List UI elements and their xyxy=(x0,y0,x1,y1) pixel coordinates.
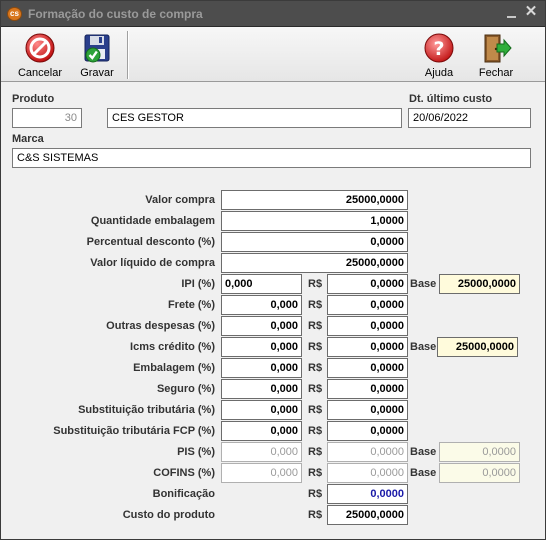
cofins-base-field: 0,0000 xyxy=(439,463,520,483)
perc-desconto-field[interactable]: 0,0000 xyxy=(221,232,408,252)
embalagem-label: Embalagem (%) xyxy=(133,362,215,374)
frete-currency: R$ xyxy=(308,299,323,311)
pis-base-field: 0,0000 xyxy=(439,442,520,462)
exit-door-icon xyxy=(484,34,512,63)
ipi-pct-field[interactable]: 0,000 xyxy=(221,274,302,294)
help-label: Ajuda xyxy=(424,67,454,79)
outras-despesas-pct-field[interactable]: 0,000 xyxy=(221,316,302,336)
pis-value-field: 0,0000 xyxy=(327,442,408,462)
marca-field[interactable]: C&S SISTEMAS xyxy=(12,148,531,168)
close-button[interactable]: Fechar xyxy=(469,30,523,80)
dt-ultimo-custo-field[interactable]: 20/06/2022 xyxy=(408,108,531,128)
st-fcp-currency: R$ xyxy=(308,425,323,437)
custo-produto-field[interactable]: 25000,0000 xyxy=(327,505,408,525)
seguro-currency: R$ xyxy=(308,383,323,395)
valor-compra-field[interactable]: 25000,0000 xyxy=(221,190,408,210)
close-window-icon[interactable]: ✕ xyxy=(523,3,539,21)
icms-credito-label: Icms crédito (%) xyxy=(130,341,215,353)
icms-pct-field[interactable]: 0,000 xyxy=(221,337,302,357)
embalagem-currency: R$ xyxy=(308,362,323,374)
bonificacao-currency: R$ xyxy=(308,488,323,500)
st-currency: R$ xyxy=(308,404,323,416)
produto-code-field[interactable]: 30 xyxy=(12,108,82,128)
cofins-label: COFINS (%) xyxy=(153,467,215,479)
toolbar: Cancelar Gravar ? Ajuda Fechar xyxy=(1,27,545,82)
icms-value-field[interactable]: 0,0000 xyxy=(327,337,408,357)
toolbar-separator xyxy=(127,31,129,79)
cofins-base-label: Base xyxy=(410,467,437,479)
ipi-currency: R$ xyxy=(308,278,323,290)
app-logo-icon: cs xyxy=(7,7,22,21)
icms-base-label: Base xyxy=(410,341,437,353)
ipi-base-field[interactable]: 25000,0000 xyxy=(439,274,520,294)
save-label: Gravar xyxy=(80,67,114,79)
icms-currency: R$ xyxy=(308,341,323,353)
frete-value-field[interactable]: 0,0000 xyxy=(327,295,408,315)
cancel-button[interactable]: Cancelar xyxy=(13,30,67,80)
window-title: Formação do custo de compra xyxy=(28,7,203,21)
save-button[interactable]: Gravar xyxy=(70,30,124,80)
cofins-currency: R$ xyxy=(308,467,323,479)
pis-pct-field: 0,000 xyxy=(221,442,302,462)
bonificacao-field[interactable]: 0,0000 xyxy=(327,484,408,504)
pis-label: PIS (%) xyxy=(177,446,215,458)
ipi-base-label: Base xyxy=(410,278,437,290)
close-label: Fechar xyxy=(478,67,514,79)
qtd-embalagem-field[interactable]: 1,0000 xyxy=(221,211,408,231)
produto-label: Produto xyxy=(12,93,55,105)
ipi-label: IPI (%) xyxy=(181,278,215,290)
valor-liquido-label: Valor líquido de compra xyxy=(90,257,215,269)
frete-pct-field[interactable]: 0,000 xyxy=(221,295,302,315)
frete-label: Frete (%) xyxy=(167,299,215,311)
cancel-icon xyxy=(25,33,55,63)
help-button[interactable]: ? Ajuda xyxy=(412,30,466,80)
seguro-value-field[interactable]: 0,0000 xyxy=(327,379,408,399)
outras-despesas-value-field[interactable]: 0,0000 xyxy=(327,316,408,336)
marca-label: Marca xyxy=(12,133,44,145)
icms-base-field[interactable]: 25000,0000 xyxy=(437,337,518,357)
seguro-label: Seguro (%) xyxy=(156,383,215,395)
st-fcp-value-field[interactable]: 0,0000 xyxy=(327,421,408,441)
qtd-embalagem-label: Quantidade embalagem xyxy=(90,215,215,227)
dt-ultimo-custo-label: Dt. último custo xyxy=(409,93,493,105)
seguro-pct-field[interactable]: 0,000 xyxy=(221,379,302,399)
pis-currency: R$ xyxy=(308,446,323,458)
st-label: Substituição tributária (%) xyxy=(78,404,215,416)
help-icon: ? xyxy=(424,33,454,63)
custo-produto-label: Custo do produto xyxy=(122,509,215,521)
produto-name-field[interactable]: CES GESTOR xyxy=(107,108,402,128)
cost-formation-window: cs Formação do custo de compra ✕ Cancela… xyxy=(0,0,546,540)
pis-base-label: Base xyxy=(410,446,437,458)
cofins-pct-field: 0,000 xyxy=(221,463,302,483)
svg-text:?: ? xyxy=(433,38,444,60)
cancel-label: Cancelar xyxy=(17,67,63,79)
st-pct-field[interactable]: 0,000 xyxy=(221,400,302,420)
perc-desconto-label: Percentual desconto (%) xyxy=(86,236,215,248)
floppy-save-icon xyxy=(84,34,110,63)
st-fcp-label: Substituição tributária FCP (%) xyxy=(53,425,215,437)
custo-produto-currency: R$ xyxy=(308,509,323,521)
embalagem-pct-field[interactable]: 0,000 xyxy=(221,358,302,378)
outras-despesas-currency: R$ xyxy=(308,320,323,332)
embalagem-value-field[interactable]: 0,0000 xyxy=(327,358,408,378)
bonificacao-label: Bonificação xyxy=(152,488,215,500)
valor-liquido-field[interactable]: 25000,0000 xyxy=(221,253,408,273)
minimize-icon[interactable] xyxy=(506,5,518,19)
outras-despesas-label: Outras despesas (%) xyxy=(106,320,215,332)
cost-form: Produto 30 CES GESTOR Dt. último custo 2… xyxy=(1,83,545,539)
valor-compra-label: Valor compra xyxy=(145,194,215,206)
st-fcp-pct-field[interactable]: 0,000 xyxy=(221,421,302,441)
st-value-field[interactable]: 0,0000 xyxy=(327,400,408,420)
ipi-value-field[interactable]: 0,0000 xyxy=(327,274,408,294)
title-bar[interactable]: cs Formação do custo de compra ✕ xyxy=(1,1,545,27)
cofins-value-field: 0,0000 xyxy=(327,463,408,483)
